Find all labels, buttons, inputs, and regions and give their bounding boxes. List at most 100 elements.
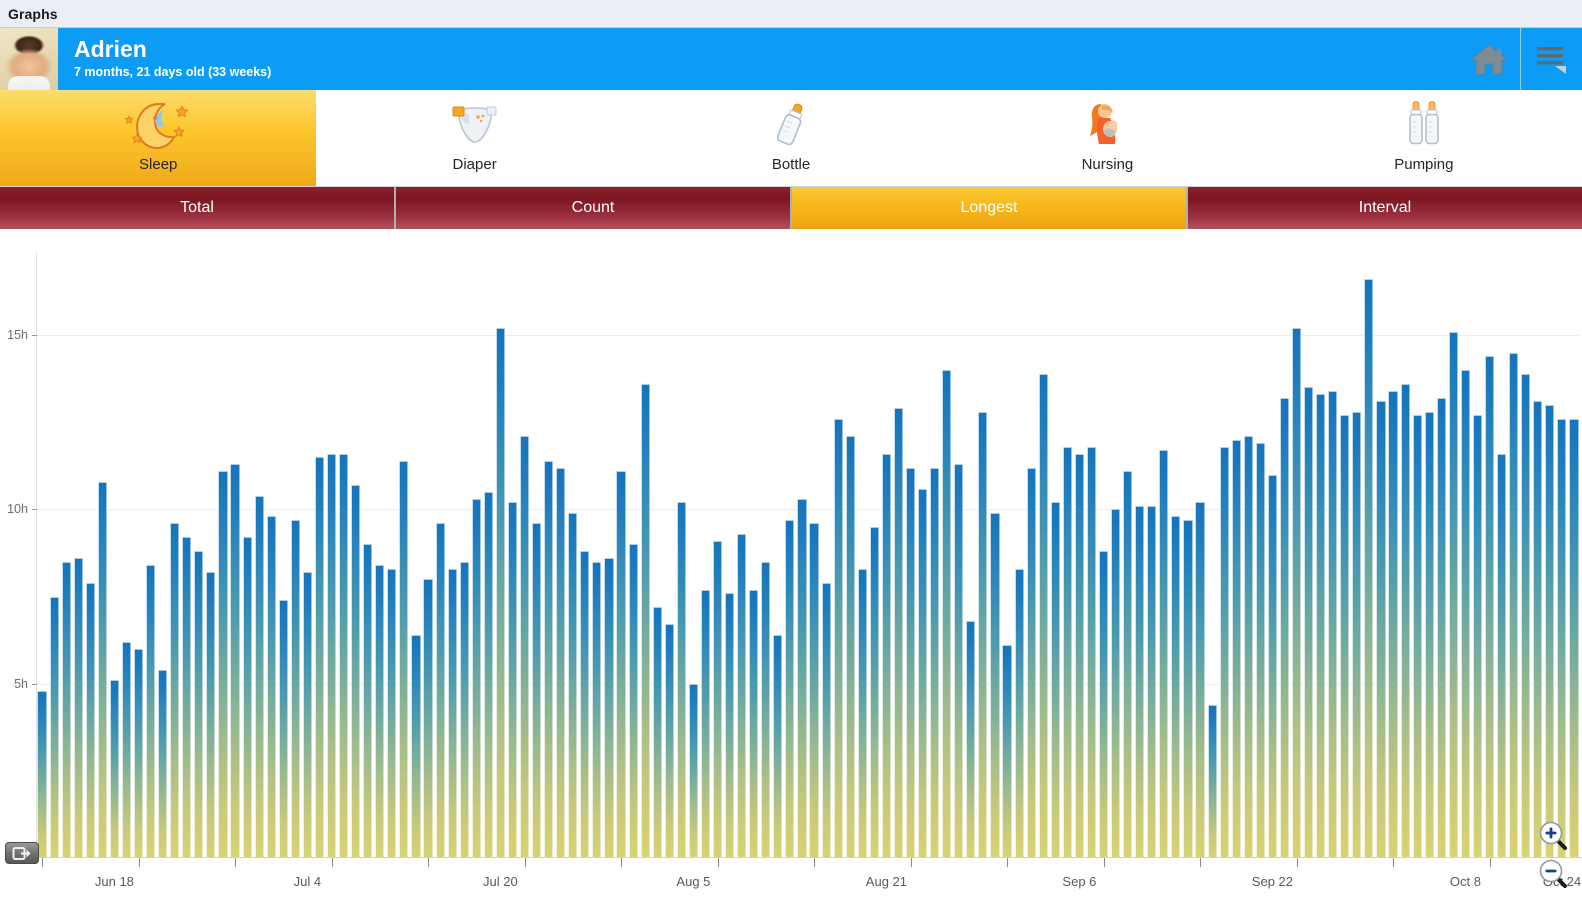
bar[interactable] — [1135, 505, 1145, 858]
bar[interactable] — [833, 418, 843, 858]
bar[interactable] — [1521, 373, 1531, 858]
bar[interactable] — [471, 498, 481, 858]
bar[interactable] — [109, 680, 119, 858]
bar[interactable] — [266, 516, 276, 858]
bar[interactable] — [930, 467, 940, 858]
bar[interactable] — [1002, 645, 1012, 858]
bar[interactable] — [1183, 519, 1193, 858]
bar[interactable] — [242, 537, 252, 858]
bar[interactable] — [1364, 279, 1374, 858]
bar[interactable] — [326, 453, 337, 858]
bar[interactable] — [1472, 415, 1483, 858]
bar[interactable] — [1038, 373, 1048, 858]
bar[interactable] — [1062, 446, 1072, 858]
bar[interactable] — [351, 485, 361, 858]
bar[interactable] — [85, 582, 95, 858]
bar[interactable] — [869, 526, 879, 858]
bar[interactable] — [182, 537, 192, 858]
bar[interactable] — [749, 589, 759, 858]
metric-tab-longest[interactable]: Longest — [792, 187, 1186, 229]
bar[interactable] — [121, 641, 132, 858]
bar[interactable] — [1388, 390, 1398, 858]
bar[interactable] — [966, 620, 976, 858]
tab-sleep[interactable]: Sleep — [0, 90, 317, 186]
bar[interactable] — [737, 533, 747, 858]
tab-nursing[interactable]: Nursing — [949, 90, 1266, 186]
bar[interactable] — [206, 572, 216, 858]
bar[interactable] — [1098, 551, 1109, 858]
metric-tab-count[interactable]: Count — [396, 187, 790, 229]
bar[interactable] — [447, 568, 457, 858]
bar[interactable] — [773, 634, 783, 858]
bar[interactable] — [1533, 401, 1543, 858]
bar[interactable] — [37, 690, 47, 858]
bar[interactable] — [1243, 436, 1253, 858]
home-button[interactable] — [1458, 28, 1520, 90]
bar[interactable] — [1195, 502, 1205, 858]
bar[interactable] — [1123, 471, 1133, 858]
bar[interactable] — [399, 460, 409, 858]
bar[interactable] — [1352, 411, 1362, 858]
bar[interactable] — [1460, 370, 1470, 858]
bar[interactable] — [712, 540, 723, 858]
bar[interactable] — [797, 498, 807, 858]
bar[interactable] — [459, 561, 469, 858]
bar[interactable] — [664, 624, 674, 858]
bar[interactable] — [1074, 453, 1084, 858]
bar[interactable] — [532, 523, 542, 858]
bar[interactable] — [700, 589, 711, 858]
bar[interactable] — [785, 519, 795, 858]
bar[interactable] — [556, 467, 566, 858]
bar[interactable] — [1255, 443, 1265, 858]
bar[interactable] — [254, 495, 264, 858]
bar[interactable] — [97, 481, 107, 858]
bar[interactable] — [495, 328, 505, 858]
bar[interactable] — [640, 383, 650, 858]
bar[interactable] — [845, 436, 855, 858]
bar[interactable] — [435, 523, 445, 858]
bar[interactable] — [1400, 383, 1410, 858]
bar[interactable] — [821, 582, 831, 858]
bar[interactable] — [893, 408, 904, 858]
bar[interactable] — [809, 523, 819, 858]
bar[interactable] — [1014, 568, 1024, 858]
bar[interactable] — [519, 436, 530, 858]
bar[interactable] — [290, 519, 300, 858]
bar[interactable] — [507, 502, 518, 858]
bar[interactable] — [1484, 356, 1495, 858]
bar[interactable] — [339, 453, 349, 858]
bar[interactable] — [628, 544, 638, 858]
bar[interactable] — [1086, 446, 1097, 858]
bar[interactable] — [1340, 415, 1350, 858]
bar[interactable] — [314, 457, 325, 858]
bar[interactable] — [676, 502, 686, 858]
bar[interactable] — [230, 464, 240, 858]
bar[interactable] — [1412, 415, 1422, 858]
bar[interactable] — [544, 460, 554, 858]
bar[interactable] — [1304, 387, 1314, 858]
bar[interactable] — [158, 669, 168, 858]
bar[interactable] — [1111, 509, 1121, 858]
zoom-in-button[interactable] — [1538, 820, 1568, 850]
bar[interactable] — [1291, 328, 1302, 858]
bar[interactable] — [1328, 390, 1338, 858]
bar[interactable] — [881, 453, 891, 858]
bar[interactable] — [49, 596, 59, 858]
bar[interactable] — [278, 600, 288, 858]
menu-button[interactable] — [1520, 28, 1582, 90]
bar[interactable] — [146, 565, 156, 858]
bar[interactable] — [978, 411, 988, 858]
bar[interactable] — [375, 565, 385, 858]
bar[interactable] — [652, 607, 662, 858]
bar[interactable] — [990, 512, 1000, 858]
bar[interactable] — [1219, 446, 1229, 858]
tab-bottle[interactable]: Bottle — [632, 90, 950, 186]
bar[interactable] — [1026, 467, 1036, 858]
bar[interactable] — [1316, 394, 1326, 858]
bar[interactable] — [580, 551, 590, 858]
bar[interactable] — [483, 492, 493, 858]
bar[interactable] — [1171, 516, 1181, 858]
chart-area[interactable]: 5h 10h 15h Jun 18 Jul 4 Jul 20 Aug 5 Aug 21 Sep… — [0, 230, 1582, 900]
bar[interactable] — [1557, 418, 1567, 858]
bar[interactable] — [1569, 418, 1579, 858]
